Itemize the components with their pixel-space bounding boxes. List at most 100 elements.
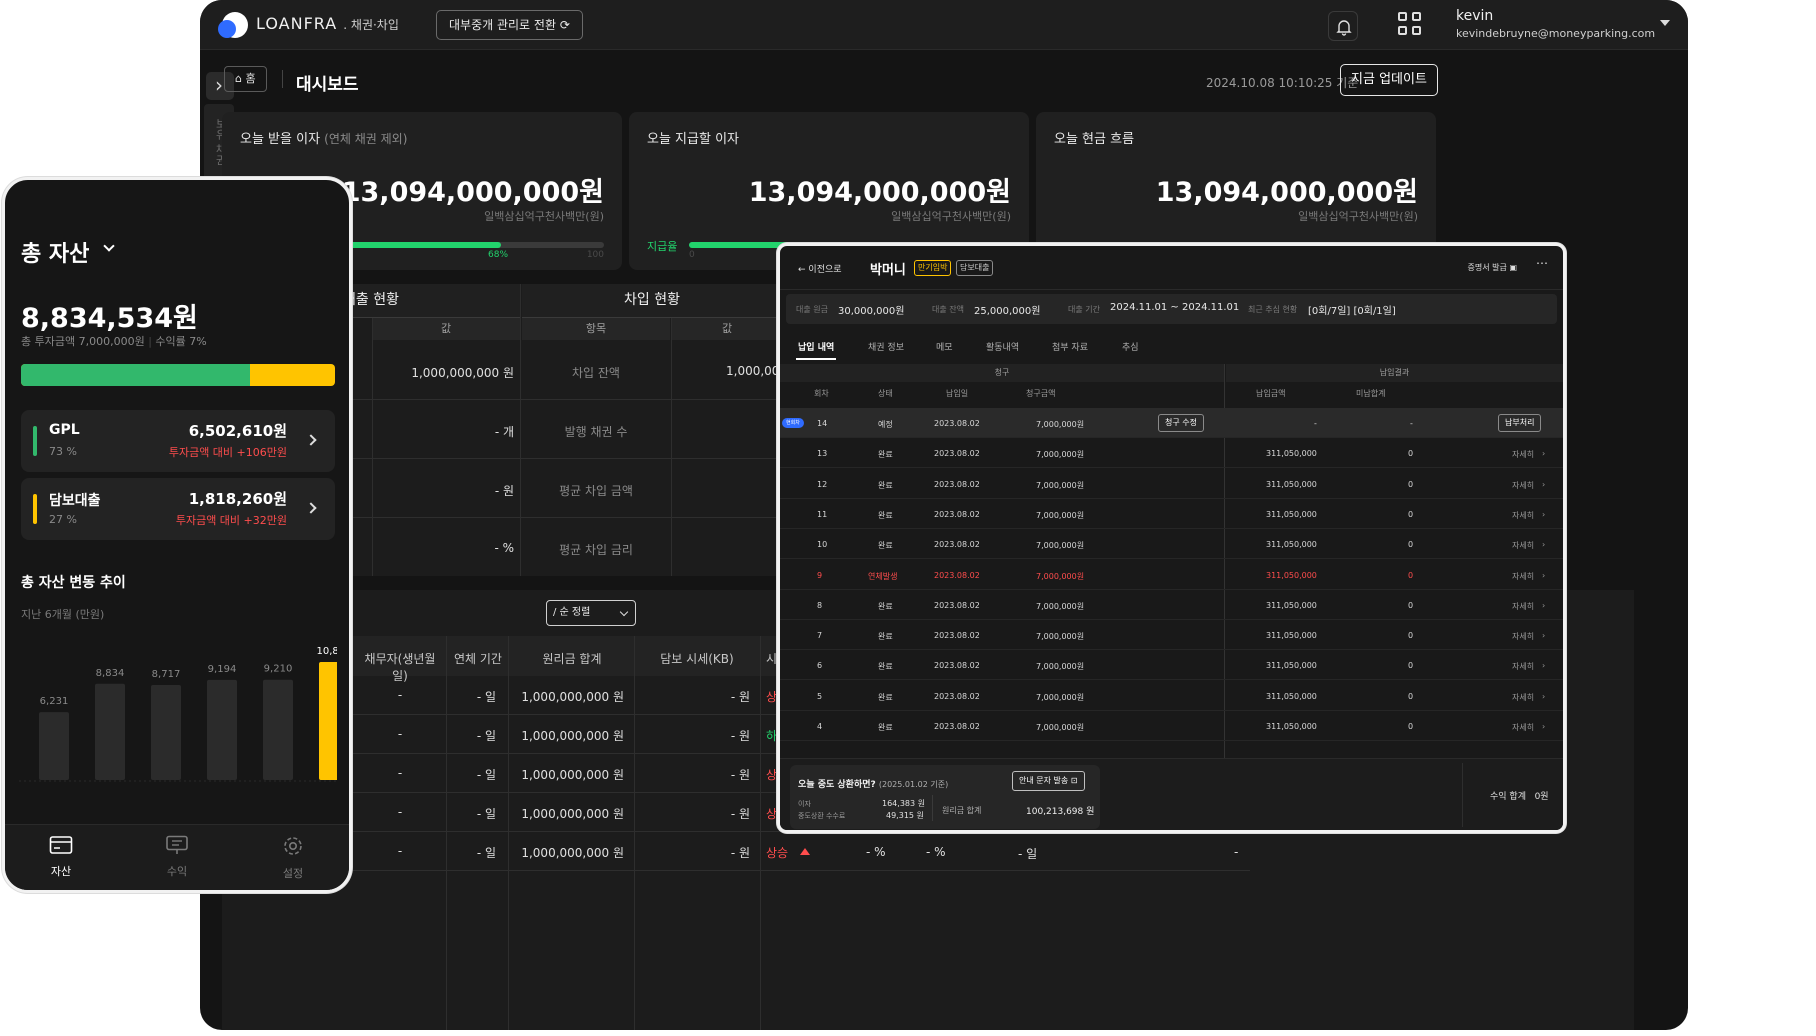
card-amount: 13,094,000,000원 (748, 177, 1011, 208)
col-total[interactable]: 원리금 합계 (510, 650, 634, 667)
sort-select[interactable]: / 순 정렬 (546, 600, 636, 626)
table-row[interactable]: 9 연체발생 2023.08.02 7,000,000원 311,050,000 0 자세히… (780, 560, 1563, 590)
asset-card-secured-loan[interactable]: 담보대출 27 % 1,818,260원 투자금액 대비 +32만원 (21, 478, 335, 540)
brand-name[interactable]: LOANFRA . 채권·차입 (256, 14, 399, 33)
table-row[interactable]: 5 완료 2023.08.02 7,000,000원 311,050,000 0 자세히 › (780, 681, 1563, 711)
notification-button[interactable] (1328, 11, 1358, 41)
card-amount-words: 일백삼십억구천사백만(원) (1298, 210, 1418, 223)
asset-card-gpl[interactable]: GPL 73 % 6,502,610원 투자금액 대비 +106만원 (21, 410, 335, 472)
more-icon[interactable]: ⋯ (1536, 256, 1549, 270)
overdue-cell: - 일 (476, 690, 496, 704)
col-trend[interactable]: 시 (766, 650, 777, 667)
date-cell: 2023.08.02 (934, 419, 980, 428)
paid-cell: - (1314, 419, 1317, 428)
round-cell: 10 (817, 540, 828, 550)
detail-link[interactable]: 자세히 (1512, 480, 1534, 491)
back-button[interactable]: ← 이전으로 (798, 262, 842, 275)
detail-link[interactable]: 자세히 (1512, 571, 1534, 582)
total-cell: 1,000,000,000 원 (521, 768, 624, 782)
send-sms-button[interactable]: 안내 문자 발송 ⊡ (1012, 771, 1085, 791)
kb-price-cell: - 원 (730, 768, 750, 782)
tab-memo[interactable]: 메모 (936, 340, 953, 353)
detail-link[interactable]: 자세히 (1512, 661, 1534, 672)
paid-cell: 311,050,000 (1266, 449, 1317, 459)
table-row[interactable]: 6 완료 2023.08.02 7,000,000원 311,050,000 0 자세히 › (780, 650, 1563, 681)
nav-settings[interactable]: 설정 (263, 835, 323, 881)
user-name[interactable]: kevin (1456, 8, 1493, 24)
page-title: 대시보드 (296, 75, 359, 95)
detail-link[interactable]: 자세히 (1512, 540, 1534, 551)
status-cell: 완료 (878, 692, 893, 702)
chart-bar[interactable] (151, 685, 181, 780)
trend-cell: 상승 (766, 846, 789, 860)
detail-link[interactable]: 자세히 (1512, 510, 1534, 521)
user-menu-chevron-icon[interactable] (1660, 20, 1670, 26)
kb-price-cell: - 원 (730, 807, 750, 821)
asset-gain: 투자금액 대비 +32만원 (175, 514, 287, 527)
paid-cell: 311,050,000 (1266, 691, 1317, 701)
col-unpaid: 미납합계 (1356, 389, 1386, 398)
unpaid-cell: 0 (1408, 722, 1414, 731)
table-row[interactable]: 14 예정 2023.08.02 7,000,000원 - - 현회차 청구 수정 납부처리 (780, 408, 1563, 438)
table-row[interactable]: 10 완료 2023.08.02 7,000,000원 311,050,000 0 자세히 › (780, 529, 1563, 560)
chart-bar[interactable] (207, 679, 237, 780)
certificate-button[interactable]: 증명서 발급 ▣ (1468, 262, 1517, 273)
chart-bar[interactable] (263, 679, 293, 780)
tab-attachments[interactable]: 첨부 자료 (1052, 340, 1088, 353)
detail-link[interactable]: 자세히 (1512, 722, 1534, 733)
divider (282, 70, 283, 88)
detail-link[interactable]: 자세히 (1512, 692, 1534, 703)
breadcrumb-home[interactable]: ⌂ 홈 (224, 66, 267, 92)
asset-color-mark (33, 494, 37, 524)
chart-bar[interactable] (319, 662, 337, 780)
process-payment-button[interactable]: 납부처리 (1498, 414, 1542, 432)
total-assets-title[interactable]: 총 자산 (21, 236, 89, 268)
unpaid-cell: 0 (1408, 691, 1414, 701)
table-row[interactable]: 11 완료 2023.08.02 7,000,000원 311,050,000 0 자세히 › (780, 499, 1563, 529)
borrow-item-header: 항목 (522, 318, 670, 340)
detail-link[interactable]: 자세히 (1512, 631, 1534, 642)
detail-link[interactable]: 자세히 (1512, 449, 1534, 460)
chevron-down-icon[interactable] (103, 240, 115, 252)
card-title-note: (연체 채권 제외) (324, 132, 408, 146)
tab-payments[interactable]: 납입 내역 (798, 340, 834, 353)
switch-mode-button[interactable]: 대부중개 관리로 전환 ⟳ (436, 10, 583, 40)
table-row[interactable]: 13 완료 2023.08.02 7,000,000원 311,050,000 0 자세히 › (780, 438, 1563, 469)
round-cell: 4 (817, 722, 823, 731)
table-row[interactable]: 8 완료 2023.08.02 7,000,000원 311,050,000 0 자세히 › (780, 590, 1563, 620)
update-now-button[interactable]: 지금 업데이트 (1340, 64, 1438, 96)
borrow-status-title: 차입 현황 (522, 284, 782, 318)
nav-assets[interactable]: 자산 (31, 835, 91, 879)
edit-claim-button[interactable]: 청구 수정 (1158, 414, 1204, 432)
claim-cell: 7,000,000원 (1036, 662, 1085, 672)
chevron-right-icon (305, 434, 317, 446)
detail-link[interactable]: 자세히 (1512, 601, 1534, 612)
lend-value: - % (494, 541, 514, 555)
paid-cell: 311,050,000 (1266, 600, 1317, 610)
chart-bar[interactable] (95, 683, 125, 780)
tab-activity[interactable]: 활동내역 (986, 340, 1019, 353)
date-cell: 2023.08.02 (934, 631, 980, 641)
nav-profit[interactable]: 수익 (147, 835, 207, 879)
total-cell: 1,000,000,000 원 (521, 846, 624, 860)
table-row[interactable]: 4 완료 2023.08.02 7,000,000원 311,050,000 0 자세히 › (780, 711, 1563, 741)
chart-data-label: 8,717 (152, 669, 181, 680)
tab-collection[interactable]: 추심 (1122, 340, 1139, 353)
row-divider (350, 870, 1250, 871)
table-row[interactable]: 7 완료 2023.08.02 7,000,000원 311,050,000 0 자세히 › (780, 620, 1563, 651)
table-row[interactable]: 12 완료 2023.08.02 7,000,000원 311,050,000 0 자세히 › (780, 469, 1563, 499)
app-grid-icon[interactable] (1398, 12, 1424, 38)
status-cell: 완료 (878, 662, 893, 672)
col-kb-price[interactable]: 담보 시세(KB) (636, 650, 758, 667)
status-cell: 완료 (878, 480, 893, 490)
kb-price-cell: - 원 (730, 690, 750, 704)
tab-bond-info[interactable]: 채권 정보 (868, 340, 904, 353)
col-round: 회차 (814, 389, 829, 398)
chart-bar[interactable] (39, 712, 69, 780)
chevron-right-icon: › (1542, 540, 1546, 550)
monitor-icon (166, 835, 188, 854)
status-cell: 완료 (878, 601, 893, 611)
bell-icon (1336, 20, 1352, 36)
debtor-cell: - (397, 766, 403, 780)
col-overdue[interactable]: 연체 기간 (448, 650, 508, 667)
